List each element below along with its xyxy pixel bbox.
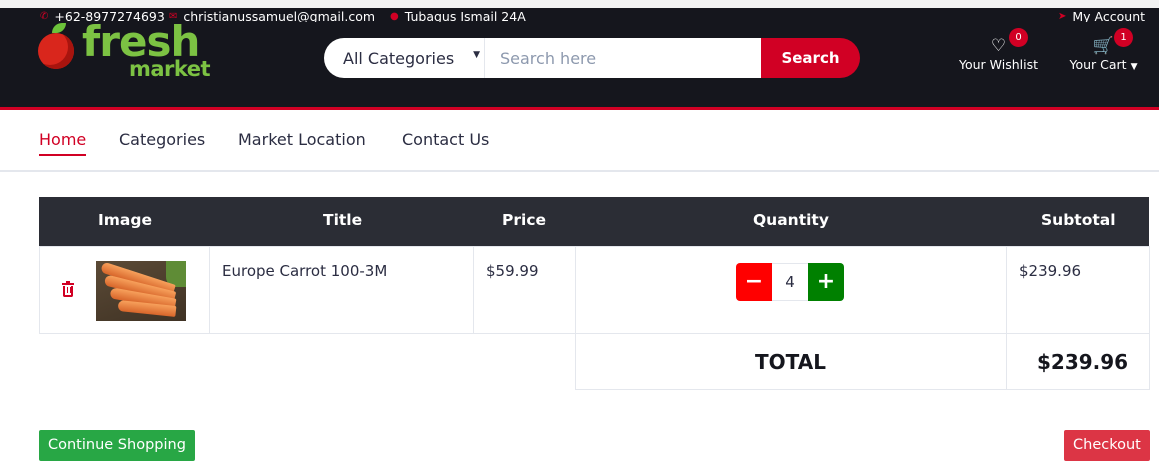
apple-icon: [38, 33, 74, 69]
price-cell: [473, 246, 576, 334]
search-form: All Categories ▼ Search: [324, 38, 860, 78]
nav-home[interactable]: Home: [39, 130, 87, 156]
title-cell: [209, 246, 474, 334]
cart-label: Your Cart: [1069, 57, 1127, 72]
continue-shopping-button[interactable]: Continue Shopping: [39, 430, 195, 461]
column-header-quantity: Quantity: [753, 211, 829, 229]
nav-market-location[interactable]: Market Location: [238, 130, 366, 149]
cart-table-header: Image Title Price Quantity Subtotal: [39, 197, 1149, 246]
sign-in-icon: ➤: [1058, 10, 1067, 22]
column-header-subtotal: Subtotal: [1041, 211, 1116, 229]
search-input[interactable]: [485, 38, 761, 78]
main-navigation: Home Categories Market Location Contact …: [0, 113, 1159, 172]
trash-icon[interactable]: [62, 281, 74, 297]
logo-text-market: market: [129, 57, 211, 81]
cart-button[interactable]: 🛒 Your Cart ▼ 1: [1067, 28, 1140, 72]
cart-count-badge: 1: [1114, 28, 1133, 47]
nav-contact-us[interactable]: Contact Us: [402, 130, 489, 149]
column-header-price: Price: [502, 211, 547, 229]
increase-quantity-button[interactable]: +: [808, 263, 844, 301]
subtotal-cell: [1006, 246, 1150, 334]
wishlist-button[interactable]: ♡ Your Wishlist 0: [959, 28, 1039, 72]
nav-categories[interactable]: Categories: [119, 130, 205, 149]
category-select-value: All Categories: [343, 48, 455, 68]
quantity-input[interactable]: [772, 263, 808, 301]
decrease-quantity-button[interactable]: −: [736, 263, 772, 301]
checkout-button[interactable]: Checkout: [1064, 430, 1150, 461]
leaf-icon: [52, 23, 66, 33]
search-button[interactable]: Search: [761, 38, 860, 78]
map-marker-icon: ●: [390, 10, 399, 22]
column-header-title: Title: [323, 211, 363, 229]
phone-icon: ✆: [40, 10, 49, 22]
quantity-stepper: − +: [736, 263, 844, 301]
product-subtotal: $239.96: [1019, 262, 1082, 280]
product-title[interactable]: Europe Carrot 100-3M: [222, 262, 387, 280]
total-value: $239.96: [1037, 350, 1129, 374]
site-logo[interactable]: fresh market: [38, 21, 228, 87]
product-price: $59.99: [486, 262, 539, 280]
column-header-image: Image: [98, 211, 152, 229]
product-image: [96, 261, 186, 321]
caret-down-icon: ▼: [1130, 62, 1138, 72]
total-label: TOTAL: [755, 350, 826, 374]
wishlist-count-badge: 0: [1009, 28, 1028, 47]
main-header: fresh market All Categories ▼ Search ♡ Y…: [0, 21, 1159, 110]
category-select[interactable]: All Categories ▼: [324, 38, 485, 78]
select-caret-icon: ▼: [473, 50, 480, 60]
wishlist-label: Your Wishlist: [959, 57, 1039, 72]
